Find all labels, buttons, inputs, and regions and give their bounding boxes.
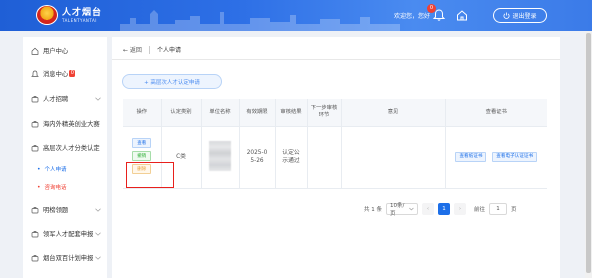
column-header: 有效期限 <box>239 99 276 127</box>
scrollbar-thumb[interactable] <box>586 33 591 273</box>
sidebar-item-startup-contest[interactable]: 海内外精英创业大赛 <box>23 117 107 130</box>
goto-page-input[interactable]: 1 <box>489 203 508 215</box>
sidebar-item-public-topics[interactable]: 明榜领题 <box>23 203 107 216</box>
applications-table: 操作 认定类别 单位名称 有效期限 审核结果 下一步审核环节 意见 查看证书 查… <box>123 99 547 189</box>
column-header: 操作 <box>123 99 162 127</box>
sidebar-item-leading-talent[interactable]: 领军人才配套申报 <box>23 227 107 240</box>
breadcrumb: ← 返回 个人申请 <box>123 45 181 54</box>
greeting-text: 欢迎您，您好 <box>394 13 431 20</box>
view-paper-certificate-button[interactable]: 查看纸证书 <box>455 152 487 162</box>
page-size-select[interactable]: 10条/页 <box>386 203 418 217</box>
sidebar-item-recruitment[interactable]: 人才招聘 <box>23 92 107 105</box>
next-page-button[interactable]: › <box>454 203 466 215</box>
sidebar-subitem-label: 个人申请 <box>44 167 67 173</box>
sidebar-item-label: 消息中心 <box>43 71 69 78</box>
sidebar-item-message-center[interactable]: 消息中心 0 <box>23 67 107 80</box>
next-step-cell <box>307 126 342 189</box>
chevron-down-icon <box>95 256 101 260</box>
opinion-cell <box>341 126 446 189</box>
page-suffix: 页 <box>511 207 517 213</box>
column-header: 单位名称 <box>201 99 240 127</box>
logo-title: 人才烟台 <box>62 7 103 18</box>
sidebar-item-user-center[interactable]: 用户中心 <box>23 44 107 57</box>
chevron-down-icon <box>409 207 414 211</box>
sidebar-item-label: 人才招聘 <box>43 96 69 103</box>
header-divider <box>112 59 560 60</box>
page-title: 个人申请 <box>156 47 181 54</box>
sidebar-subitem-personal-application[interactable]: • 个人申请 <box>37 165 67 174</box>
home-icon[interactable] <box>456 9 468 21</box>
briefcase-icon <box>31 230 39 237</box>
chevron-down-icon <box>95 208 101 212</box>
briefcase-icon <box>31 254 39 261</box>
back-link[interactable]: ← 返回 <box>123 45 142 54</box>
sidebar-item-label: 海内外精英创业大赛 <box>43 121 100 128</box>
notification-badge: 0 <box>427 4 436 13</box>
sidebar-item-double-hundred[interactable]: 烟台双百计划申报 <box>23 251 107 264</box>
city-skyline-decoration <box>120 10 400 31</box>
validity-cell: 2025-05-26 <box>239 126 276 189</box>
sidebar-subitem-hotline[interactable]: • 咨询电话 <box>37 183 67 192</box>
top-header: 人才烟台 TALENTYANTAI 欢迎您，您好 0 退出登录 <box>0 0 592 31</box>
logo-emblem-icon <box>36 5 58 25</box>
page-scrollbar[interactable] <box>585 31 592 278</box>
redacted-company-name <box>209 140 231 171</box>
sidebar-subitem-label: 咨询电话 <box>44 185 67 191</box>
bullet-icon: • <box>37 183 41 191</box>
message-count-badge: 0 <box>69 70 76 77</box>
main-panel: ← 返回 个人申请 + 高层次人才认定申请 操作 认定类别 单位名称 有效期限 … <box>112 37 560 278</box>
goto-label: 前往 <box>474 207 486 213</box>
highlight-annotation-box <box>126 162 174 188</box>
logo-subtitle: TALENTYANTAI <box>62 17 97 23</box>
table-row: 查看 撤销 删除 C类 2025-05-26 认定公示通过 查看纸证书 查看电子… <box>123 126 547 189</box>
sidebar-item-label: 高层次人才分类认定 <box>43 145 100 152</box>
result-cell: 认定公示通过 <box>275 126 308 189</box>
revoke-button[interactable]: 撤销 <box>132 150 152 161</box>
column-header: 意见 <box>341 99 446 127</box>
current-page-button[interactable]: 1 <box>438 203 450 215</box>
sidebar-item-label: 用户中心 <box>43 48 69 55</box>
column-header: 下一步审核环节 <box>307 99 342 127</box>
page-size-value: 10条/页 <box>390 203 405 217</box>
briefcase-icon <box>31 95 39 102</box>
total-count: 共 1 条 <box>364 207 382 213</box>
home-icon <box>31 47 39 55</box>
table-header-row: 操作 认定类别 单位名称 有效期限 审核结果 下一步审核环节 意见 查看证书 <box>123 99 547 127</box>
prev-page-button[interactable]: ‹ <box>422 203 434 215</box>
sidebar-item-label: 领军人才配套申报 <box>43 231 94 238</box>
briefcase-icon <box>31 206 39 213</box>
site-logo[interactable]: 人才烟台 TALENTYANTAI <box>36 5 102 25</box>
bell-icon <box>31 70 39 77</box>
bullet-icon: • <box>37 165 41 173</box>
sidebar-item-label: 烟台双百计划申报 <box>43 255 94 262</box>
power-icon <box>503 12 510 19</box>
sidebar-item-talent-classification[interactable]: 高层次人才分类认定 <box>23 141 107 154</box>
company-cell <box>201 126 240 189</box>
column-header: 认定类别 <box>161 99 202 127</box>
briefcase-icon <box>31 144 39 151</box>
briefcase-icon <box>31 120 39 127</box>
add-application-button[interactable]: + 高层次人才认定申请 <box>122 74 222 89</box>
column-header: 查看证书 <box>445 99 547 127</box>
sidebar: 用户中心 消息中心 0 人才招聘 海内外精英创业大赛 高层次人才分类认定 • 个… <box>23 37 107 278</box>
logout-button[interactable]: 退出登录 <box>493 8 547 23</box>
pagination: 共 1 条 10条/页 ‹ 1 › 前往 1 页 <box>364 203 517 217</box>
chevron-down-icon <box>95 232 101 236</box>
logout-label: 退出登录 <box>512 13 537 20</box>
view-button[interactable]: 查看 <box>132 137 152 148</box>
sidebar-item-label: 明榜领题 <box>43 207 69 214</box>
column-header: 审核结果 <box>275 99 308 127</box>
certificate-cell: 查看纸证书 查看电子认证证书 <box>445 126 547 189</box>
view-e-certificate-button[interactable]: 查看电子认证证书 <box>492 152 538 162</box>
chevron-down-icon <box>95 97 101 101</box>
breadcrumb-divider <box>148 45 150 54</box>
